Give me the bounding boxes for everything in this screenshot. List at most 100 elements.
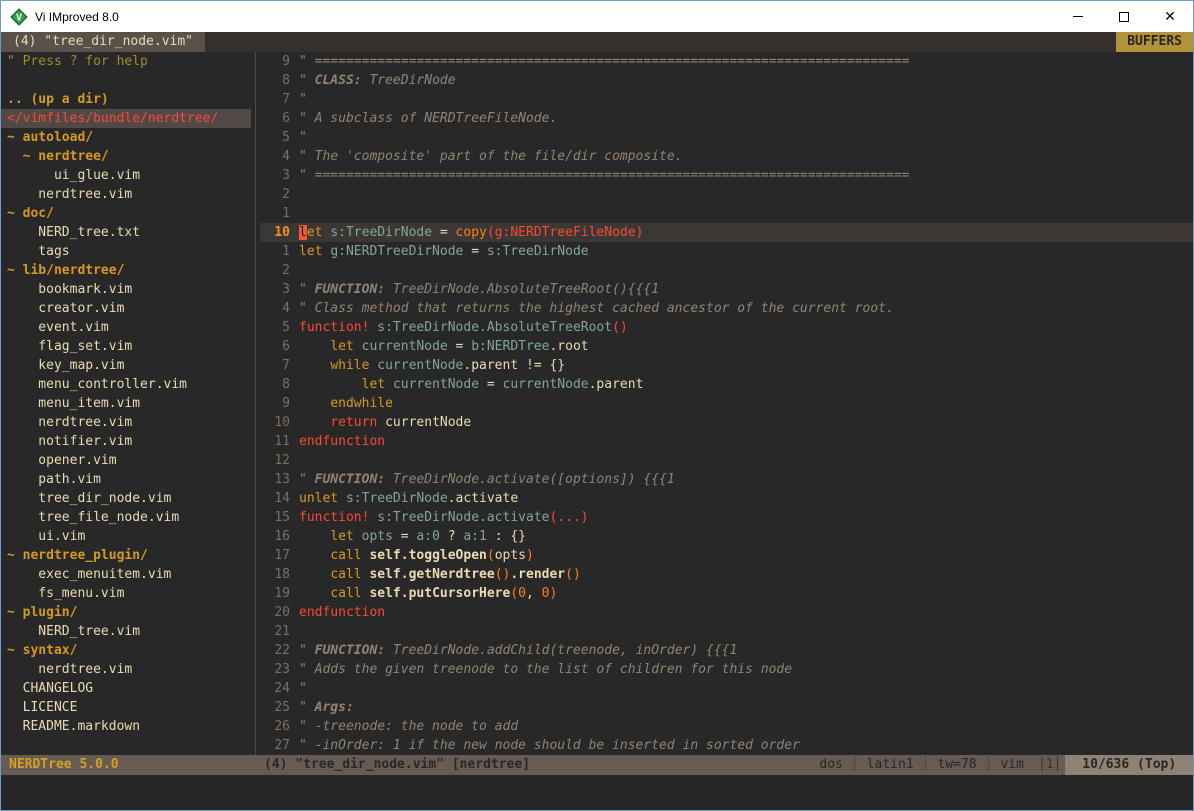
tree-item[interactable]: flag_set.vim	[1, 337, 251, 356]
line-number: 1	[260, 204, 290, 223]
tree-item[interactable]: opener.vim	[1, 451, 251, 470]
nerdtree-panel[interactable]: " Press ? for help .. (up a dir)</vimfile…	[1, 52, 251, 755]
code-line[interactable]: 21	[260, 622, 1193, 641]
maximize-icon	[1119, 12, 1129, 22]
tree-item[interactable]: bookmark.vim	[1, 280, 251, 299]
code-line[interactable]: 18 call self.getNerdtree().render()	[260, 565, 1193, 584]
code-token: g:NERDTreeDirNode	[330, 244, 463, 259]
buffers-tab[interactable]: BUFFERS	[1116, 32, 1193, 52]
code-line[interactable]: 25" Args:	[260, 698, 1193, 717]
code-line[interactable]: 22" FUNCTION: TreeDirNode.addChild(treen…	[260, 641, 1193, 660]
tree-item-label: ~ plugin/	[7, 605, 77, 620]
code-line[interactable]: 26" -treenode: the node to add	[260, 717, 1193, 736]
code-line[interactable]: 7"	[260, 90, 1193, 109]
tree-item[interactable]: ~ autoload/	[1, 128, 251, 147]
tree-item[interactable]: " Press ? for help	[1, 52, 251, 71]
tree-item[interactable]: .. (up a dir)	[1, 90, 251, 109]
tree-item[interactable]: LICENCE	[1, 698, 251, 717]
tree-item[interactable]: menu_controller.vim	[1, 375, 251, 394]
tree-item[interactable]: tree_file_node.vim	[1, 508, 251, 527]
tree-item[interactable]: ui_glue.vim	[1, 166, 251, 185]
code-line[interactable]: 10 return currentNode	[260, 413, 1193, 432]
tree-item[interactable]: ~ syntax/	[1, 641, 251, 660]
tree-item[interactable]: nerdtree.vim	[1, 185, 251, 204]
tree-item[interactable]	[1, 736, 251, 755]
code-line[interactable]: 2	[260, 261, 1193, 280]
code-token: a:1	[463, 529, 486, 544]
tree-item[interactable]: menu_item.vim	[1, 394, 251, 413]
tree-item[interactable]: notifier.vim	[1, 432, 251, 451]
code-line[interactable]: 10let s:TreeDirNode = copy(g:NERDTreeFil…	[260, 223, 1193, 242]
code-token: =	[448, 339, 471, 354]
tree-item[interactable]: ~ doc/	[1, 204, 251, 223]
status-item: latin1	[867, 755, 914, 775]
tree-item[interactable]: ~ plugin/	[1, 603, 251, 622]
code-line[interactable]: 13" FUNCTION: TreeDirNode.activate([opti…	[260, 470, 1193, 489]
tree-item[interactable]: README.markdown	[1, 717, 251, 736]
tree-item[interactable]: ~ nerdtree/	[1, 147, 251, 166]
code-line[interactable]: 3" =====================================…	[260, 166, 1193, 185]
editor-panel[interactable]: 9" =====================================…	[260, 52, 1193, 755]
code-line[interactable]: 9 endwhile	[260, 394, 1193, 413]
code-line[interactable]: 9" =====================================…	[260, 52, 1193, 71]
code-line[interactable]: 1let g:NERDTreeDirNode = s:TreeDirNode	[260, 242, 1193, 261]
code-line[interactable]: 6" A subclass of NERDTreeFileNode.	[260, 109, 1193, 128]
code-line[interactable]: 20endfunction	[260, 603, 1193, 622]
code-token: s:TreeDirNode	[487, 244, 589, 259]
code-line[interactable]: 19 call self.putCursorHere(0, 0)	[260, 584, 1193, 603]
tree-root-item[interactable]: </vimfiles/bundle/nerdtree/	[1, 109, 251, 128]
code-line[interactable]: 4" The 'composite' part of the file/dir …	[260, 147, 1193, 166]
tree-item[interactable]: nerdtree.vim	[1, 413, 251, 432]
tree-item[interactable]: ui.vim	[1, 527, 251, 546]
code-line[interactable]: 8 let currentNode = currentNode.parent	[260, 375, 1193, 394]
status-separator: │	[914, 755, 938, 775]
tree-item[interactable]: tree_dir_node.vim	[1, 489, 251, 508]
tree-item[interactable]: key_map.vim	[1, 356, 251, 375]
code-token: TreeDirNode	[362, 73, 456, 88]
tree-item[interactable]	[1, 71, 251, 90]
tree-item[interactable]: path.vim	[1, 470, 251, 489]
close-button[interactable]: ✕	[1147, 1, 1193, 32]
code-token: )	[526, 548, 534, 563]
code-line[interactable]: 11endfunction	[260, 432, 1193, 451]
command-line[interactable]	[1, 775, 1193, 810]
maximize-button[interactable]	[1101, 1, 1147, 32]
code-line[interactable]: 14unlet s:TreeDirNode.activate	[260, 489, 1193, 508]
code-line[interactable]: 2	[260, 185, 1193, 204]
code-line[interactable]: 12	[260, 451, 1193, 470]
tree-item[interactable]: nerdtree.vim	[1, 660, 251, 679]
tree-item[interactable]: CHANGELOG	[1, 679, 251, 698]
code-line[interactable]: 24"	[260, 679, 1193, 698]
tree-item[interactable]: NERD_tree.txt	[1, 223, 251, 242]
tree-item[interactable]: tags	[1, 242, 251, 261]
tree-item[interactable]: creator.vim	[1, 299, 251, 318]
code-line[interactable]: 4" Class method that returns the highest…	[260, 299, 1193, 318]
code-line[interactable]: 17 call self.toggleOpen(opts)	[260, 546, 1193, 565]
tree-item[interactable]: ~ nerdtree_plugin/	[1, 546, 251, 565]
code-line[interactable]: 23" Adds the given treenode to the list …	[260, 660, 1193, 679]
code-line[interactable]: 5function! s:TreeDirNode.AbsoluteTreeRoo…	[260, 318, 1193, 337]
code-line[interactable]: 8" CLASS: TreeDirNode	[260, 71, 1193, 90]
code-line[interactable]: 1	[260, 204, 1193, 223]
line-number: 10	[260, 413, 290, 432]
tree-item[interactable]: NERD_tree.vim	[1, 622, 251, 641]
code-line[interactable]: 27" -inOrder: 1 if the new node should b…	[260, 736, 1193, 755]
window-separator[interactable]	[251, 52, 260, 755]
code-line[interactable]: 3" FUNCTION: TreeDirNode.AbsoluteTreeRoo…	[260, 280, 1193, 299]
tab-tree-dir-node[interactable]: (4) "tree_dir_node.vim"	[1, 32, 205, 52]
code-token: ,	[526, 586, 542, 601]
code-line[interactable]: 5"	[260, 128, 1193, 147]
code-line[interactable]: 7 while currentNode.parent != {}	[260, 356, 1193, 375]
tree-item[interactable]: exec_menuitem.vim	[1, 565, 251, 584]
code-line[interactable]: 15function! s:TreeDirNode.activate(...)	[260, 508, 1193, 527]
tree-item-label: ~ nerdtree_plugin/	[7, 548, 148, 563]
tree-item[interactable]: event.vim	[1, 318, 251, 337]
line-number: 4	[260, 147, 290, 166]
code-line[interactable]: 16 let opts = a:0 ? a:1 : {}	[260, 527, 1193, 546]
tree-item[interactable]: fs_menu.vim	[1, 584, 251, 603]
tree-item-label: " Press ? for help	[7, 54, 148, 69]
minimize-button[interactable]	[1055, 1, 1101, 32]
tree-item[interactable]: ~ lib/nerdtree/	[1, 261, 251, 280]
code-text: " -inOrder: 1 if the new node should be …	[290, 736, 800, 755]
code-line[interactable]: 6 let currentNode = b:NERDTree.root	[260, 337, 1193, 356]
